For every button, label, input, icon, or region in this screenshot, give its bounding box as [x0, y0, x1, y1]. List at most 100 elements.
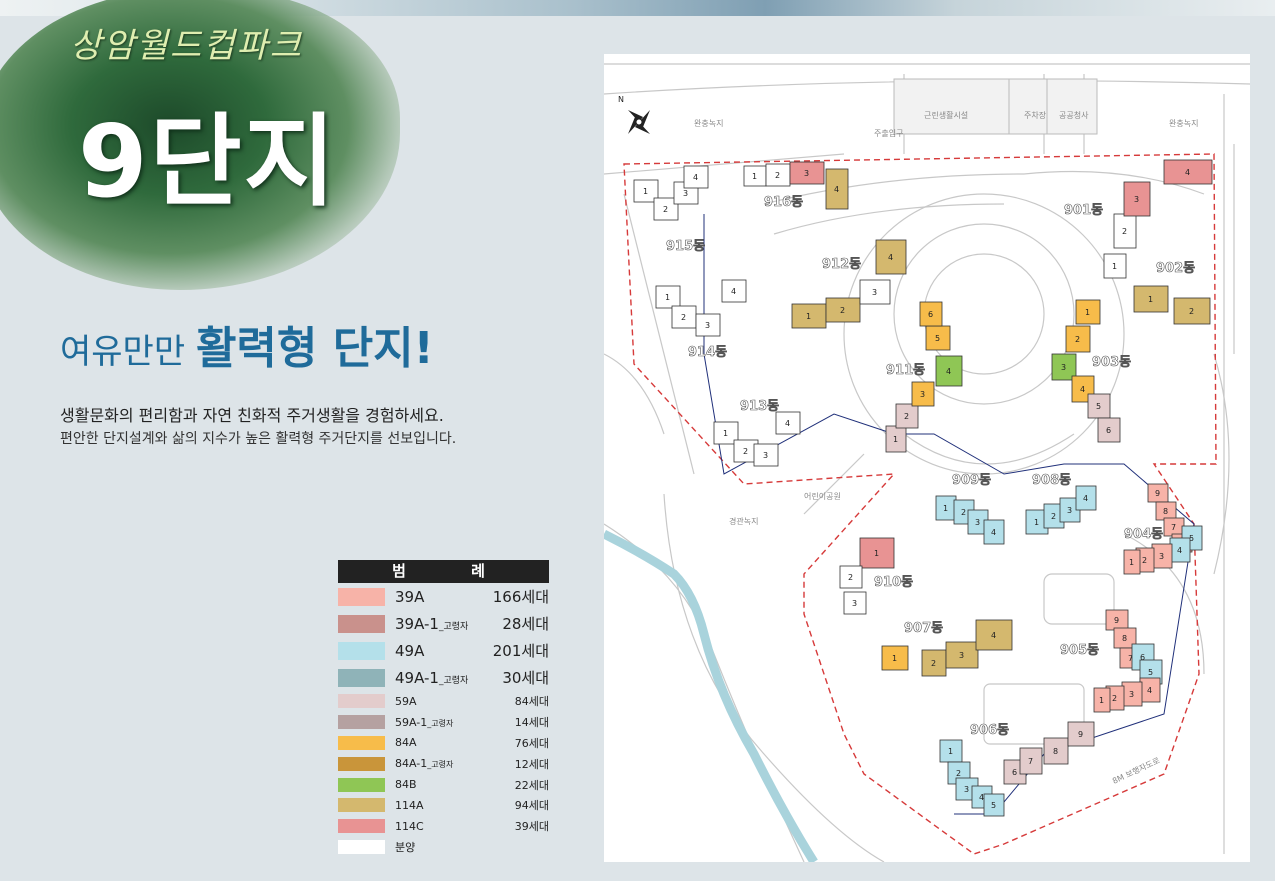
building-label: 913동 — [740, 399, 779, 414]
place-label-office: 공공청사 — [1059, 111, 1089, 120]
description-line1: 생활문화의 편리함과 자연 친화적 주거생활을 경험하세요. — [60, 406, 444, 425]
slogan: 여유만만 활력형 단지! — [60, 312, 434, 376]
building-904: 987654321904동 — [1123, 483, 1203, 575]
legend-row: 분양 — [338, 837, 549, 858]
legend-swatch — [338, 715, 385, 730]
legend-type-name: 49A-1 — [395, 668, 439, 687]
north-label: N — [618, 95, 624, 104]
place-label-green2: 완충녹지 — [1169, 119, 1198, 128]
description-line2: 편안한 단지설계와 삶의 지수가 높은 활력형 주거단지를 선보입니다. — [60, 431, 457, 447]
unit-number: 3 — [1159, 552, 1164, 561]
unit-number: 2 — [1112, 694, 1117, 703]
unit-number: 7 — [1171, 523, 1176, 532]
building-label: 908동 — [1032, 473, 1071, 488]
unit-number: 6 — [928, 310, 933, 319]
unit-number: 3 — [920, 390, 925, 399]
legend-row: 49A 201세대 — [338, 637, 549, 664]
unit-number: 3 — [872, 288, 877, 297]
unit-number: 4 — [1083, 494, 1088, 503]
unit-number: 4 — [991, 528, 996, 537]
place-label-parking: 주차장 — [1024, 110, 1047, 120]
building-label: 901동 — [1064, 203, 1103, 218]
unit-number: 6 — [1012, 768, 1017, 777]
building-909: 1 23 4 909동 — [935, 473, 1005, 545]
unit-number: 4 — [785, 419, 790, 428]
legend-swatch — [338, 756, 385, 771]
unit-number: 2 — [1142, 556, 1147, 565]
legend-row: 114C 39세대 — [338, 816, 549, 837]
legend-row: 84B 22세대 — [338, 774, 549, 795]
legend-row: 39A 166세대 — [338, 583, 549, 610]
legend-swatch — [338, 587, 385, 606]
unit-number: 3 — [852, 599, 857, 608]
building-label: 914동 — [688, 345, 727, 360]
unit-number: 3 — [1129, 690, 1134, 699]
unit-number: 2 — [1075, 335, 1080, 344]
unit-number: 4 — [731, 287, 736, 296]
legend: 범 례 39A 166세대 39A-1_고령자 28세대 49A 201세대 49A-1_고… — [338, 560, 549, 857]
unit-number: 4 — [1177, 546, 1182, 555]
unit-number: 3 — [1067, 506, 1072, 515]
legend-count: 39세대 — [514, 820, 549, 834]
legend-type: 59A-1_고령자 — [395, 716, 515, 729]
building-label: 905동 — [1060, 643, 1099, 658]
legend-swatch — [338, 839, 385, 854]
building-913: 1 2 3 4 913동 — [713, 399, 801, 467]
unit-number: 9 — [1078, 730, 1083, 739]
unit-number: 2 — [1122, 227, 1127, 236]
unit-number: 1 — [1085, 308, 1090, 317]
unit-number: 3 — [959, 651, 964, 660]
site-plan-svg: N 완충녹지 완충녹지 근린생활시설 주차장 공공청사주출입구어린이공원경관녹지 8M 보… — [604, 63, 1250, 862]
legend-type-tag: _고령자 — [427, 718, 454, 728]
unit-number: 3 — [705, 321, 710, 330]
legend-type: 84B — [395, 778, 515, 791]
unit-number: 2 — [956, 769, 961, 778]
unit-number: 2 — [663, 205, 668, 214]
unit-number: 4 — [693, 173, 698, 182]
building-912: 1 2 3 4 912동 — [791, 239, 907, 329]
unit-number: 1 — [643, 187, 648, 196]
unit-number: 2 — [840, 306, 845, 315]
legend-title: 범 례 — [338, 560, 549, 583]
unit-number: 9 — [1114, 616, 1119, 625]
legend-type: 84A-1_고령자 — [395, 757, 515, 770]
place-label-facility: 근린생활시설 — [924, 110, 968, 120]
unit-number: 1 — [665, 293, 670, 302]
legend-count: 166세대 — [492, 588, 549, 606]
legend-type-name: 114C — [395, 819, 424, 833]
legend-type-name: 84B — [395, 778, 417, 792]
legend-count: 94세대 — [514, 799, 549, 813]
building-label: 909동 — [952, 473, 991, 488]
legend-row: 59A-1_고령자 14세대 — [338, 712, 549, 733]
place-label-road_bottom: 8M 보행자도로 — [1111, 755, 1162, 786]
legend-row: 84A-1_고령자 12세대 — [338, 753, 549, 774]
unit-number: 5 — [1148, 668, 1153, 677]
unit-number: 2 — [775, 171, 780, 180]
legend-type-name: 39A-1 — [395, 614, 439, 633]
unit-number: 4 — [1185, 168, 1190, 177]
legend-count: 22세대 — [514, 778, 549, 792]
legend-count: 12세대 — [514, 757, 549, 771]
unit-number: 3 — [1061, 363, 1066, 372]
unit-number: 3 — [1134, 195, 1139, 204]
unit-number: 1 — [752, 172, 757, 181]
unit-number: 8 — [1122, 634, 1127, 643]
slogan-part1: 여유만만 — [60, 332, 196, 372]
legend-type: 49A-1_고령자 — [395, 669, 502, 687]
unit-number: 1 — [892, 654, 897, 663]
building-911: 1 2 3 4 5 6 911동 — [885, 301, 963, 453]
unit-number: 1 — [723, 429, 728, 438]
building-label: 912동 — [822, 257, 861, 272]
place-label-road_top: 주출입구 — [874, 128, 903, 138]
legend-count: 76세대 — [514, 736, 549, 750]
building-915: 1 2 34 915동 — [633, 165, 709, 254]
legend-swatch — [338, 641, 385, 660]
unit-number: 3 — [964, 785, 969, 794]
building-label: 903동 — [1092, 355, 1131, 370]
legend-type: 분양 — [395, 839, 549, 855]
unit-number: 2 — [743, 447, 748, 456]
legend-row: 49A-1_고령자 30세대 — [338, 664, 549, 691]
legend-type: 39A-1_고령자 — [395, 615, 502, 633]
legend-count: 14세대 — [514, 716, 549, 730]
legend-row: 59A 84세대 — [338, 691, 549, 712]
